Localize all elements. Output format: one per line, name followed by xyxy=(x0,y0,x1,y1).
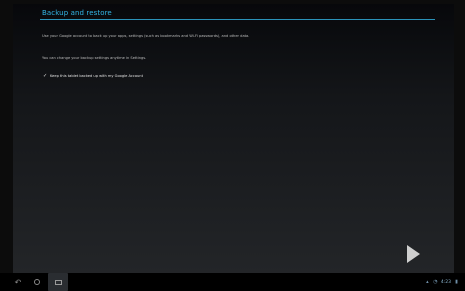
recent-apps-button[interactable] xyxy=(48,273,68,291)
home-icon xyxy=(34,279,40,285)
backup-description: Use your Google account to back up your … xyxy=(42,34,250,38)
left-bezel xyxy=(0,4,13,273)
checkbox-checked-icon[interactable]: ✓ xyxy=(43,74,47,79)
title-divider xyxy=(40,19,435,20)
next-button[interactable] xyxy=(407,245,420,263)
backup-checkbox-row[interactable]: ✓ Keep this tablet backed up with my Goo… xyxy=(43,73,143,79)
clock: 4:23 xyxy=(440,279,451,285)
home-button[interactable] xyxy=(29,273,45,291)
back-icon[interactable]: ↶ xyxy=(10,273,26,291)
network-icon: ▴ xyxy=(426,278,429,285)
settings-hint: You can change your backup settings anyt… xyxy=(42,56,147,60)
page-title: Backup and restore xyxy=(42,9,112,17)
system-tray[interactable]: ▴ ◔ 4:23 ▮ xyxy=(425,273,459,291)
wifi-icon: ◔ xyxy=(433,278,438,285)
right-bezel xyxy=(454,4,465,273)
battery-icon: ▮ xyxy=(455,278,458,285)
backup-checkbox-label[interactable]: Keep this tablet backed up with my Googl… xyxy=(50,74,143,78)
recent-apps-icon xyxy=(54,279,62,285)
setup-wizard-panel: Backup and restore Use your Google accou… xyxy=(13,4,454,273)
system-navigation-bar: ↶ ▴ ◔ 4:23 ▮ xyxy=(0,273,465,291)
tablet-screen: Backup and restore Use your Google accou… xyxy=(0,0,465,291)
